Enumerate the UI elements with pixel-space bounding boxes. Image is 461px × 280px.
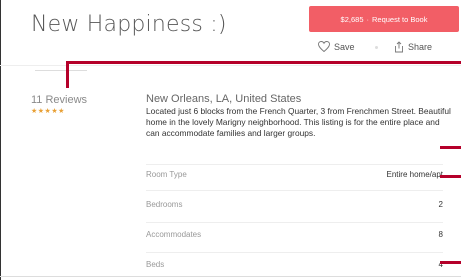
actions-separator-dot — [375, 46, 378, 49]
annotation-marker-description — [440, 146, 461, 149]
annotation-marker-reviews-horizontal — [66, 61, 461, 64]
book-separator: · — [366, 14, 370, 24]
details-divider — [146, 222, 443, 223]
listing-actions: Save Share — [318, 41, 458, 55]
summary-divider — [35, 70, 87, 71]
details-row-label: Beds — [146, 260, 165, 269]
bottom-divider — [0, 276, 461, 277]
book-label: Request to Book — [372, 14, 428, 24]
left-edge-border — [0, 0, 1, 280]
details-row-beds: Beds 4 — [146, 260, 443, 272]
reviews-count-link[interactable]: 11 Reviews — [31, 94, 87, 106]
save-button[interactable]: Save — [318, 41, 355, 52]
details-row-bedrooms: Bedrooms 2 — [146, 200, 443, 212]
share-button[interactable]: Share — [394, 41, 432, 53]
save-label: Save — [334, 41, 355, 52]
heart-icon — [318, 41, 330, 52]
details-row-room-type: Room Type Entire home/apt — [146, 170, 443, 182]
details-row-label: Bedrooms — [146, 200, 183, 209]
annotation-marker-reviews-vertical — [66, 62, 69, 88]
star-rating: ★★★★★ — [31, 108, 65, 115]
details-row-value: 8 — [438, 230, 443, 239]
listing-title: New Happiness :) — [31, 12, 227, 37]
share-label: Share — [408, 42, 433, 52]
request-to-book-button[interactable]: $2,685 · Request to Book — [309, 6, 459, 32]
header-divider — [0, 65, 461, 66]
details-row-label: Room Type — [146, 170, 187, 179]
details-row-value: 2 — [438, 200, 443, 209]
listing-location: New Orleans, LA, United States — [146, 93, 302, 105]
share-icon — [395, 41, 403, 53]
details-divider — [146, 252, 443, 253]
details-divider — [146, 164, 443, 165]
details-row-value: Entire home/apt — [386, 170, 443, 179]
details-divider — [146, 190, 443, 191]
details-row-label: Accommodates — [146, 230, 202, 239]
details-row-accommodates: Accommodates 8 — [146, 230, 443, 242]
annotation-marker-beds — [440, 261, 461, 264]
annotation-marker-room-type — [440, 175, 461, 178]
book-price: $2,685 — [340, 14, 364, 24]
listing-description: Located just 6 blocks from the French Qu… — [146, 106, 451, 138]
